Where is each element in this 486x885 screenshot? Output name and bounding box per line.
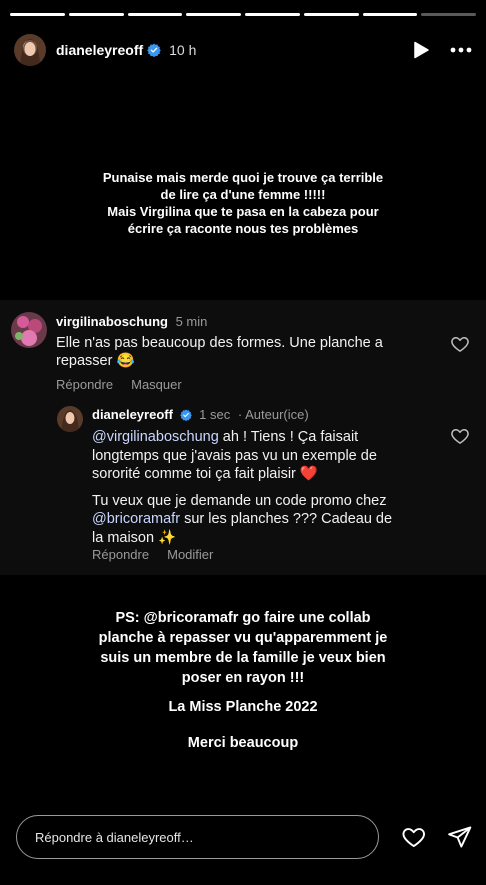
play-icon[interactable] xyxy=(412,41,430,59)
comment-card: virgilinaboschung 5 min Elle n'as pas be… xyxy=(0,300,486,575)
caption-thanks: Merci beaucoup xyxy=(187,735,299,751)
caption-line: écrire ça raconte nous tes problèmes xyxy=(127,221,359,236)
post-time: 10 h xyxy=(169,42,197,58)
caption-line: PS: @bricoramafr go faire une collab xyxy=(115,610,371,626)
story-header: dianeleyreoff 10 h xyxy=(14,30,472,70)
caption-bottom: PS: @bricoramafr go faire une collab pla… xyxy=(0,608,486,688)
author-avatar[interactable] xyxy=(57,406,83,432)
author-badge: · Auteur(ice) xyxy=(237,407,309,422)
caption-signature: La Miss Planche 2022 xyxy=(168,699,318,715)
comment-text: Elle n'as pas beaucoup des formes. Une p… xyxy=(56,334,383,370)
progress-segment xyxy=(362,13,418,16)
reply-bar xyxy=(16,815,472,859)
progress-segment xyxy=(68,13,124,16)
reply-line: Tu veux que je demande un code promo che… xyxy=(92,492,387,509)
reply-time: 1 sec xyxy=(199,407,231,422)
reply-line: longtemps que j'avais pas vu un exemple … xyxy=(92,447,377,464)
progress-segment xyxy=(127,13,183,16)
story-progress xyxy=(10,13,476,16)
progress-segment xyxy=(186,13,241,16)
caption-line: Punaise mais merde quoi je trouve ça ter… xyxy=(102,170,384,185)
like-reply-icon[interactable] xyxy=(450,426,470,446)
caption-line: poser en rayon !!! xyxy=(181,670,305,686)
author-label: Auteur(ice) xyxy=(245,407,309,422)
commenter-avatar[interactable] xyxy=(11,312,47,348)
reply-button[interactable]: Répondre xyxy=(92,547,149,562)
progress-segment xyxy=(421,13,476,16)
edit-button[interactable]: Modifier xyxy=(167,547,213,562)
reply-input[interactable] xyxy=(16,815,380,859)
caption-line: suis un membre de la famille je veux bie… xyxy=(100,650,386,666)
reply-line: ah ! Tiens ! Ça faisait xyxy=(218,429,359,445)
mention-link[interactable]: @virgilinaboschung xyxy=(92,429,219,445)
verified-icon xyxy=(179,409,192,422)
more-icon[interactable] xyxy=(450,47,472,53)
send-icon[interactable] xyxy=(447,824,472,850)
comment-line: repasser 😂 xyxy=(56,353,135,369)
author-username[interactable]: dianeleyreoff xyxy=(92,407,173,422)
reply-button[interactable]: Répondre xyxy=(56,377,113,392)
hide-button[interactable]: Masquer xyxy=(131,377,182,392)
reply-line: sororité comme toi ça fait plaisir ❤️ xyxy=(92,466,318,482)
comment-line: Elle n'as pas beaucoup des formes. Une p… xyxy=(56,335,383,351)
caption-line: planche à repasser vu qu'apparemment je xyxy=(98,630,388,646)
caption-line: de lire ça d'une femme !!!!! xyxy=(160,187,326,202)
caption-top: Punaise mais merde quoi je trouve ça ter… xyxy=(0,169,486,237)
username[interactable]: dianeleyreoff xyxy=(56,42,143,58)
reply-text: @virgilinaboschung ah ! Tiens ! Ça faisa… xyxy=(92,428,392,547)
mention-link[interactable]: @bricoramafr xyxy=(92,511,180,527)
reply-line: sur les planches ??? Cadeau de xyxy=(180,511,393,527)
verified-icon xyxy=(147,43,161,57)
heart-icon[interactable] xyxy=(401,824,426,850)
avatar[interactable] xyxy=(14,34,46,66)
progress-segment xyxy=(303,13,359,16)
caption-line: Mais Virgilina que te pasa en la cabeza … xyxy=(107,204,379,219)
commenter-username[interactable]: virgilinaboschung xyxy=(56,314,168,329)
progress-segment xyxy=(10,13,65,16)
like-comment-icon[interactable] xyxy=(450,334,470,354)
comment-time: 5 min xyxy=(175,314,208,329)
progress-segment xyxy=(245,13,300,16)
reply-line: la maison ✨ xyxy=(92,529,177,546)
